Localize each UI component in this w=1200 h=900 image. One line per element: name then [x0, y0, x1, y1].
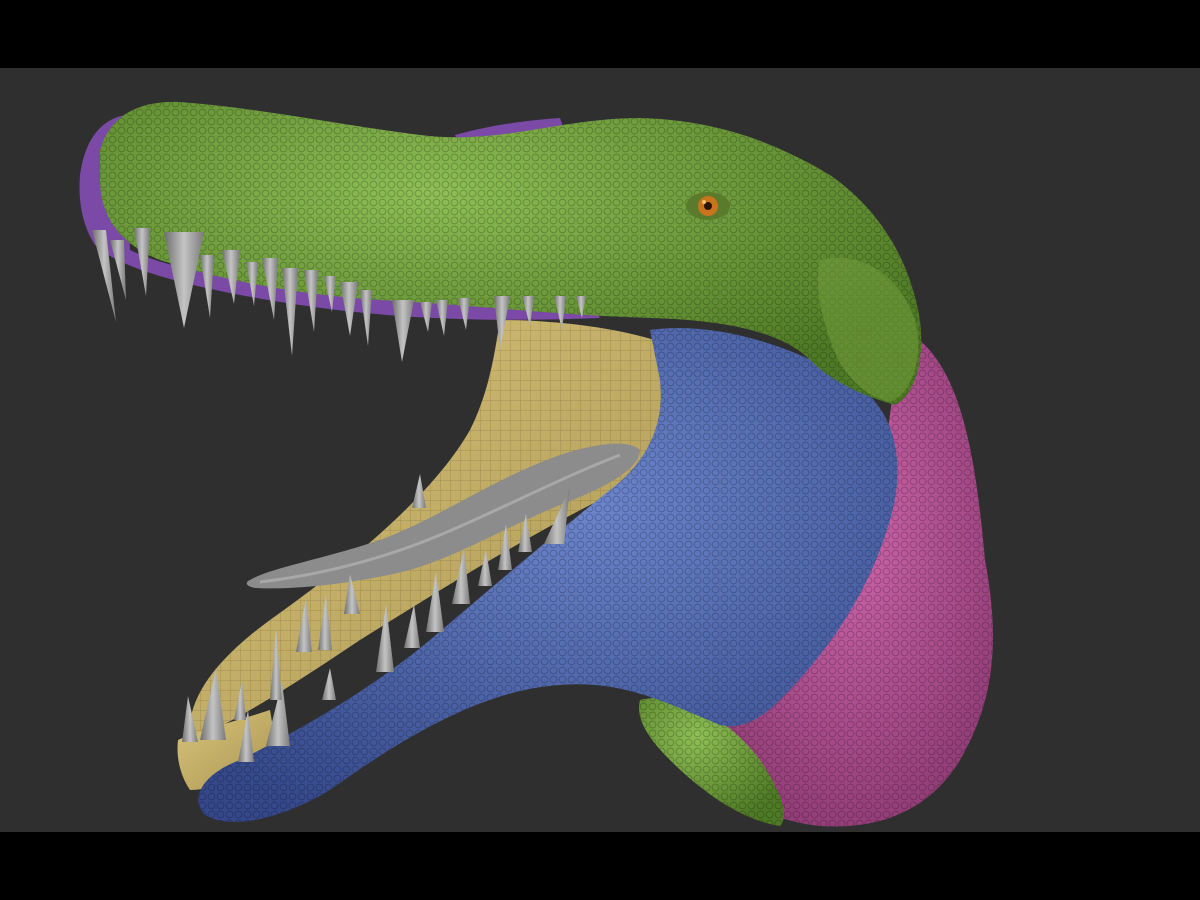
- sculpt-canvas[interactable]: [0, 68, 1200, 832]
- letterbox-top: [0, 0, 1200, 68]
- eye[interactable]: [686, 192, 730, 220]
- 3d-viewport[interactable]: [0, 68, 1200, 832]
- letterbox-bottom: [0, 832, 1200, 900]
